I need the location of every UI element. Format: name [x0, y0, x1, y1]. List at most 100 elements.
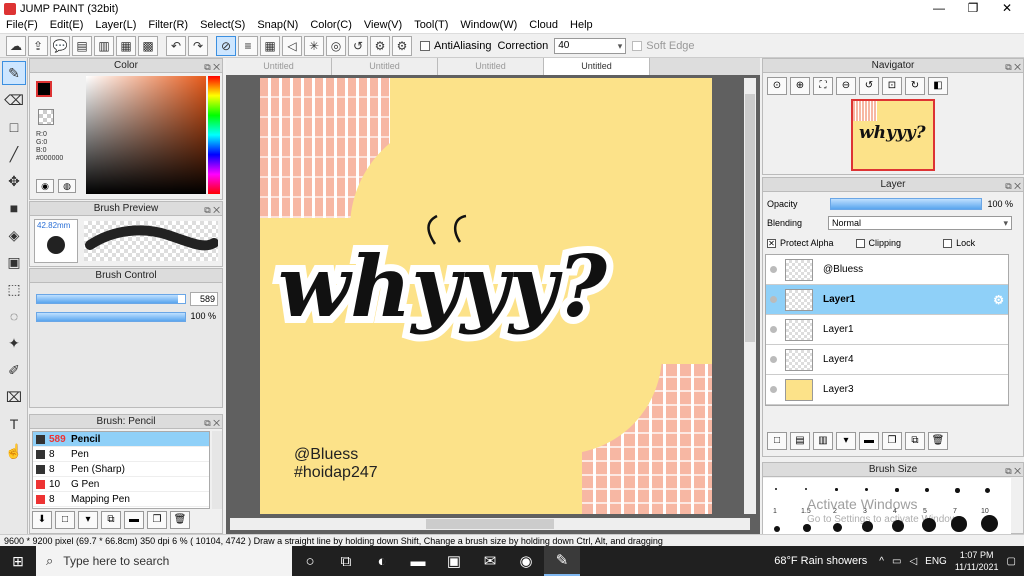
menu-file[interactable]: File(F) [0, 17, 44, 34]
brush-size-dot[interactable] [895, 488, 899, 492]
chrome-icon[interactable]: ◉ [508, 546, 544, 576]
zoom-out-icon[interactable]: ⊖ [836, 77, 856, 95]
tab-untitled-2[interactable]: Untitled [332, 58, 438, 75]
fill-rect-tool-icon[interactable]: ■ [2, 196, 26, 220]
rotate-right-icon[interactable]: ↻ [905, 77, 925, 95]
layer-item[interactable]: Layer3 [766, 375, 1008, 405]
zoom-icon[interactable]: ⊙ [767, 77, 787, 95]
brush-item-pencil[interactable]: 589 Pencil [33, 432, 209, 447]
artwork-canvas[interactable]: whyyy? whyyy? @Bluess #hoidap247 [260, 78, 712, 514]
brush-size-dot[interactable] [985, 488, 990, 493]
navigator-thumbnail[interactable]: whyyy? [851, 99, 935, 171]
select-rect-tool-icon[interactable]: ⬚ [2, 277, 26, 301]
brush-size-dot[interactable] [773, 526, 780, 532]
brush-item-mapping-pen[interactable]: 8 Mapping Pen [33, 492, 209, 507]
snap-settings-icon[interactable]: ⚙ [370, 35, 390, 56]
tab-untitled-3[interactable]: Untitled [438, 58, 544, 75]
menu-filter[interactable]: Filter(R) [142, 17, 194, 34]
antialiasing-checkbox[interactable] [420, 40, 430, 51]
tab-untitled-1[interactable]: Untitled [226, 58, 332, 75]
menu-color[interactable]: Color(C) [304, 17, 358, 34]
layer-item[interactable]: Layer4 [766, 345, 1008, 375]
message-icon[interactable]: ▤ [72, 35, 92, 56]
brush-item-g-pen[interactable]: 10 G Pen [33, 477, 209, 492]
delete-layer-icon[interactable]: 🗑 [928, 432, 948, 450]
snap-radial-icon[interactable]: ✳ [304, 35, 324, 56]
color-square-picker[interactable] [86, 76, 206, 194]
panel-buttons-icon[interactable]: ⧉ ✕ [204, 203, 220, 217]
new-layer-icon[interactable]: □ [767, 432, 787, 450]
eraser-tool-icon[interactable]: ⌫ [2, 88, 26, 112]
brush-duplicate-icon[interactable]: ❐ [147, 511, 167, 529]
new-layer-8bit-icon[interactable]: ▤ [790, 432, 810, 450]
correction-select[interactable]: 40 [554, 37, 627, 54]
menu-cloud[interactable]: Cloud [523, 17, 564, 34]
windows-start-icon[interactable]: ⊞ [0, 546, 36, 576]
bucket-tool-icon[interactable]: ◈ [2, 223, 26, 247]
menu-edit[interactable]: Edit(E) [44, 17, 90, 34]
layer-menu-icon[interactable]: ▾ [836, 432, 856, 450]
brush-copy-icon[interactable]: ⧉ [101, 511, 121, 529]
canvas-vertical-scrollbar[interactable] [744, 78, 756, 514]
visibility-icon[interactable] [770, 266, 777, 273]
taskbar-search[interactable]: ⌕ Type here to search [36, 546, 292, 576]
volume-icon[interactable]: ◁ [909, 556, 917, 567]
comment-icon[interactable]: 💬 [50, 35, 70, 56]
network-icon[interactable]: ▭ [892, 556, 901, 567]
visibility-icon[interactable] [770, 296, 777, 303]
panel-buttons-icon[interactable]: ⧉ ✕ [1005, 464, 1021, 478]
menu-snap[interactable]: Snap(N) [251, 17, 304, 34]
brush-size-dot[interactable] [803, 524, 811, 532]
panel-buttons-icon[interactable]: ⧉ ✕ [204, 60, 220, 74]
brush-size-dot[interactable] [775, 488, 777, 490]
visibility-icon[interactable] [770, 326, 777, 333]
eyedropper-icon[interactable]: ◉ [36, 179, 54, 193]
gradient-tool-icon[interactable]: ▣ [2, 250, 26, 274]
clipboard-icon[interactable]: ▦ [116, 35, 136, 56]
document-icon[interactable]: ▥ [94, 35, 114, 56]
export-icon[interactable]: ⇪ [28, 35, 48, 56]
brush-size-dot[interactable] [832, 522, 842, 532]
restore-button[interactable]: ❐ [956, 0, 990, 17]
transparent-color-swatch[interactable] [38, 109, 54, 125]
snap-gear-icon[interactable]: ⚙ [392, 35, 412, 56]
rotate-left-icon[interactable]: ↺ [859, 77, 879, 95]
store-icon[interactable]: ▣ [436, 546, 472, 576]
select-eraser-tool-icon[interactable]: ⌧ [2, 385, 26, 409]
scrollbar-thumb[interactable] [426, 519, 554, 529]
rect-tool-icon[interactable]: □ [2, 115, 26, 139]
edge-icon[interactable]: ◐ [364, 546, 400, 576]
close-button[interactable]: ✕ [990, 0, 1024, 17]
file-explorer-icon[interactable]: ▬ [400, 546, 436, 576]
task-view-icon[interactable]: ⧉ [328, 546, 364, 576]
jump-paint-taskbar-icon[interactable]: ✎ [544, 546, 580, 576]
magic-wand-tool-icon[interactable]: ✦ [2, 331, 26, 355]
duplicate-layer-icon[interactable]: ❐ [882, 432, 902, 450]
protect-alpha-checkbox[interactable]: ✕ [767, 238, 776, 248]
clipping-checkbox[interactable] [855, 238, 865, 248]
undo-icon[interactable]: ↶ [166, 35, 186, 56]
cloud-icon[interactable]: ☁ [6, 35, 26, 56]
snap-vanish-icon[interactable]: ◁ [282, 35, 302, 56]
move-tool-icon[interactable]: ✥ [2, 169, 26, 193]
brush-size-slider[interactable] [36, 294, 186, 304]
brush-size-dot[interactable] [921, 518, 936, 532]
layer-item[interactable]: Layer1 ⚙ [766, 285, 1008, 315]
snap-curve-icon[interactable]: ↺ [348, 35, 368, 56]
hue-bar[interactable] [208, 76, 220, 194]
brush-size-dot[interactable] [951, 516, 967, 532]
brush-folder-icon[interactable]: ▬ [124, 511, 144, 529]
menu-layer[interactable]: Layer(L) [89, 17, 142, 34]
menu-select[interactable]: Select(S) [194, 17, 251, 34]
hand-tool-icon[interactable]: ☝ [2, 439, 26, 463]
snap-off-icon[interactable]: ⊘ [216, 35, 236, 56]
brush-size-dot[interactable] [805, 488, 807, 490]
soft-edge-checkbox[interactable] [632, 40, 643, 51]
brush-item-pen-sharp[interactable]: 8 Pen (Sharp) [33, 462, 209, 477]
new-layer-1bit-icon[interactable]: ▥ [813, 432, 833, 450]
panel-buttons-icon[interactable]: ⧉ ✕ [204, 416, 220, 430]
language-indicator[interactable]: ENG [925, 556, 947, 567]
layer-item[interactable]: Layer1 [766, 315, 1008, 345]
new-brush-icon[interactable]: □ [55, 511, 75, 529]
brush-size-dot[interactable] [835, 488, 838, 491]
